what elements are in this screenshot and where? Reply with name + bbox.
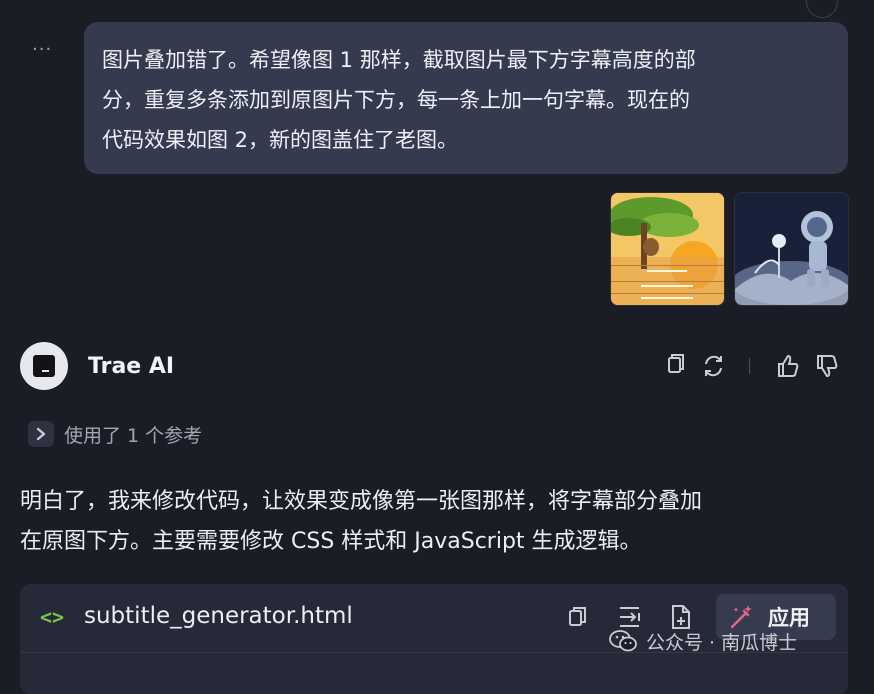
ai-answer-line: 在原图下方。主要需要修改 CSS 样式和 JavaScript 生成逻辑。 <box>20 529 642 554</box>
copy-icon[interactable] <box>565 603 591 631</box>
code-filename: subtitle_generator.html <box>84 603 353 629</box>
wechat-icon <box>609 630 637 652</box>
watermark-text: 公众号 · 南瓜博士 <box>646 631 798 654</box>
user-message-line: 代码效果如图 2，新的图盖住了老图。 <box>102 128 459 152</box>
thumbs-down-icon[interactable] <box>814 352 840 380</box>
actions-divider <box>749 358 750 374</box>
ai-avatar <box>20 342 68 390</box>
image-1-illustration <box>611 193 724 305</box>
chevron-right-icon <box>28 421 54 447</box>
more-horizontal-icon[interactable]: ··· <box>32 40 52 60</box>
copy-icon[interactable] <box>662 352 688 380</box>
reference-toggle[interactable]: 使用了 1 个参考 <box>28 419 202 449</box>
attached-image-2[interactable] <box>734 192 849 306</box>
user-message-line: 图片叠加错了。希望像图 1 那样，截取图片最下方字幕高度的部 <box>102 48 696 72</box>
reference-label: 使用了 1 个参考 <box>64 424 203 447</box>
ai-answer: 明白了，我来修改代码，让效果变成像第一张图那样，将字幕部分叠加 在原图下方。主要… <box>20 482 850 562</box>
thumbs-up-icon[interactable] <box>775 352 801 380</box>
ai-name: Trae AI <box>88 354 175 379</box>
user-message-bubble: 图片叠加错了。希望像图 1 那样，截取图片最下方字幕高度的部 分，重复多条添加到… <box>84 22 848 174</box>
user-avatar <box>806 0 838 18</box>
user-message-line: 分，重复多条添加到原图片下方，每一条上加一句字幕。现在的 <box>102 88 690 112</box>
attached-image-1[interactable] <box>610 192 725 306</box>
refresh-icon[interactable] <box>701 352 727 380</box>
image-2-illustration <box>735 193 848 305</box>
watermark: 公众号 · 南瓜博士 <box>608 626 797 656</box>
code-icon: <> <box>40 605 65 629</box>
trae-logo-icon <box>33 355 55 377</box>
ai-answer-line: 明白了，我来修改代码，让效果变成像第一张图那样，将字幕部分叠加 <box>20 489 703 514</box>
